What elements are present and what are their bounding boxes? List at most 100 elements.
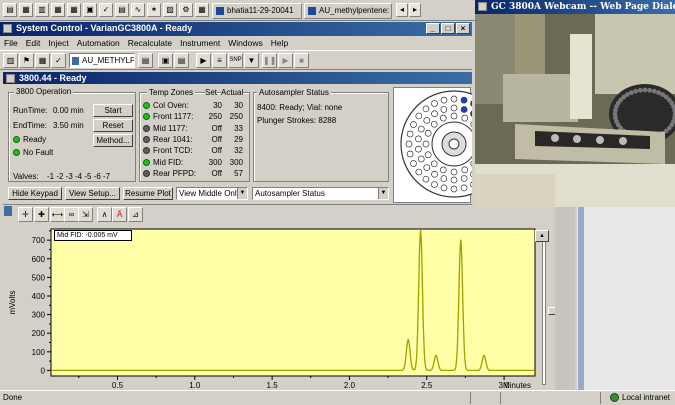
view-setup-button[interactable]: View Setup... [65, 187, 120, 200]
view-select-chevron-down-icon[interactable]: ▼ [237, 188, 247, 199]
flag-tool-icon[interactable]: ⚑ [19, 53, 34, 68]
vial [410, 160, 417, 167]
table-icon[interactable]: ▦ [51, 3, 65, 17]
table2-icon[interactable]: ▦ [67, 3, 81, 17]
table3-icon[interactable]: ▦ [195, 3, 209, 17]
menu-instrument[interactable]: Instrument [176, 37, 224, 49]
chart-icon[interactable]: ▥ [35, 3, 49, 17]
pause-icon[interactable]: ❚❚ [262, 53, 277, 68]
check-icon[interactable]: ✓ [99, 3, 113, 17]
run-list-icon[interactable]: ≡ [212, 53, 227, 68]
hide-keypad-button[interactable]: Hide Keypad [8, 187, 62, 200]
menu-windows[interactable]: Windows [224, 37, 266, 49]
vial [461, 114, 469, 122]
runtime-label: RunTime: [13, 106, 48, 115]
person-icon[interactable]: ✶ [147, 3, 161, 17]
temp-zone-row: Rear PFPD: Off 57 [143, 169, 247, 179]
check-tool-icon[interactable]: ✓ [51, 53, 66, 68]
view-select[interactable]: View Middle Only ▼ [176, 187, 248, 200]
menu-help[interactable]: Help [267, 37, 292, 49]
status-select-value: Autosampler Status [255, 189, 325, 198]
menu-recalculate[interactable]: Recalculate [124, 37, 176, 49]
scroll-left-icon[interactable]: ◂ [396, 3, 408, 17]
status-select[interactable]: Autosampler Status ▼ [252, 187, 389, 200]
folder-icon[interactable]: ▤ [3, 3, 17, 17]
plot-settings-icon[interactable] [4, 206, 12, 216]
chart-tool-icon[interactable]: ▥ [3, 53, 18, 68]
status-fault-text: No Fault [23, 148, 54, 157]
pan-tool-icon[interactable]: ⟷ [50, 207, 65, 222]
plot-icon[interactable]: ∿ [131, 3, 145, 17]
crosshair-tool-icon[interactable]: ✛ [18, 207, 33, 222]
method-edit-icon[interactable]: ▣ [158, 53, 173, 68]
box-icon[interactable]: ▤ [115, 3, 129, 17]
y-tick-label: 400 [32, 292, 46, 301]
menu-inject[interactable]: Inject [44, 37, 72, 49]
taskbar-item-au-methylpentene[interactable]: AU_methylpentene: [304, 3, 392, 19]
resume-plot-button[interactable]: Resume Plot [123, 187, 173, 200]
run-sequence-icon[interactable]: ▶ [196, 53, 211, 68]
desktop-panel [577, 207, 675, 390]
status-select-chevron-down-icon[interactable]: ▼ [378, 188, 388, 199]
zoom-tool-icon[interactable]: ✚ [34, 207, 49, 222]
doc-icon[interactable]: ▣ [83, 3, 97, 17]
temp-zone-name: Mid FID: [153, 157, 184, 167]
temp-zone-row: Mid FID: 300 300 [143, 158, 247, 168]
minimize-button[interactable]: _ [426, 23, 440, 34]
vial [415, 168, 423, 176]
open-folder-icon[interactable]: ▤ [138, 53, 153, 68]
link-tool-icon[interactable]: ∞ [64, 207, 79, 222]
table-tool-icon[interactable]: ▦ [35, 53, 50, 68]
endtime-label: EndTime: [13, 121, 47, 130]
peak-tool-icon[interactable]: ∧ [97, 207, 112, 222]
vial [461, 166, 469, 174]
method-file-field[interactable]: AU_METHYLPEN [69, 53, 135, 68]
valves-label: Valves: [13, 172, 39, 181]
single-inject-icon[interactable]: SNP [228, 53, 243, 68]
close-button[interactable]: × [456, 23, 470, 34]
resume-icon[interactable]: ▶ [278, 53, 293, 68]
temp-zone-name: Mid 1177: [153, 123, 188, 133]
webcam-image [475, 14, 675, 207]
inject-icon[interactable]: ▼ [244, 53, 259, 68]
tool-icon[interactable]: ⚙ [179, 3, 193, 17]
vial [440, 175, 448, 182]
vial [440, 184, 448, 192]
autosampler-group-label: Autosampler Status [257, 88, 331, 98]
maximize-button[interactable]: □ [441, 23, 455, 34]
temp-zones-header: Temp Zones [147, 88, 196, 98]
scroll-up-button[interactable]: ▲ [535, 230, 549, 242]
temp-zone-row: Front TCD: Off 32 [143, 146, 247, 156]
desktop-panel-edge [578, 207, 584, 390]
temp-zone-actual: 33 [234, 123, 243, 133]
color-trace-tool-icon[interactable]: Ä [112, 207, 127, 222]
endtime-value: 3.50 min [53, 121, 84, 130]
vial [450, 176, 458, 184]
menu-file[interactable]: File [0, 37, 22, 49]
vial [431, 170, 438, 178]
grid-icon[interactable]: ▦ [19, 3, 33, 17]
sub-window-title: 3800.44 - Ready [3, 72, 472, 84]
temp-zone-row: Col Oven: 30 30 [143, 101, 247, 111]
webcam-app-icon [478, 2, 487, 11]
menu-edit[interactable]: Edit [22, 37, 45, 49]
y-tick-label: 500 [32, 273, 46, 282]
menu-automation[interactable]: Automation [73, 37, 124, 49]
stop-icon[interactable]: ■ [294, 53, 309, 68]
method-button[interactable]: Method... [93, 134, 133, 147]
taskbar-item-bhatia[interactable]: bhatia11-29-20041 [212, 3, 302, 19]
reset-button[interactable]: Reset [93, 119, 133, 132]
temp-zone-actual: 250 [229, 112, 243, 122]
vial [422, 105, 430, 113]
scale-tool-icon[interactable]: ⊿ [128, 207, 143, 222]
image-icon[interactable]: ▨ [163, 3, 177, 17]
method-doc-icon[interactable]: ▤ [174, 53, 189, 68]
zone-off-led-icon [143, 124, 150, 132]
zone-off-led-icon [143, 147, 150, 155]
start-button[interactable]: Start [93, 104, 133, 117]
restore-tool-icon[interactable]: ⇲ [78, 207, 93, 222]
x-axis-label: Minutes [503, 381, 531, 390]
zone-off-led-icon [143, 169, 150, 177]
intranet-icon [610, 393, 619, 402]
scroll-right-icon[interactable]: ▸ [409, 3, 421, 17]
